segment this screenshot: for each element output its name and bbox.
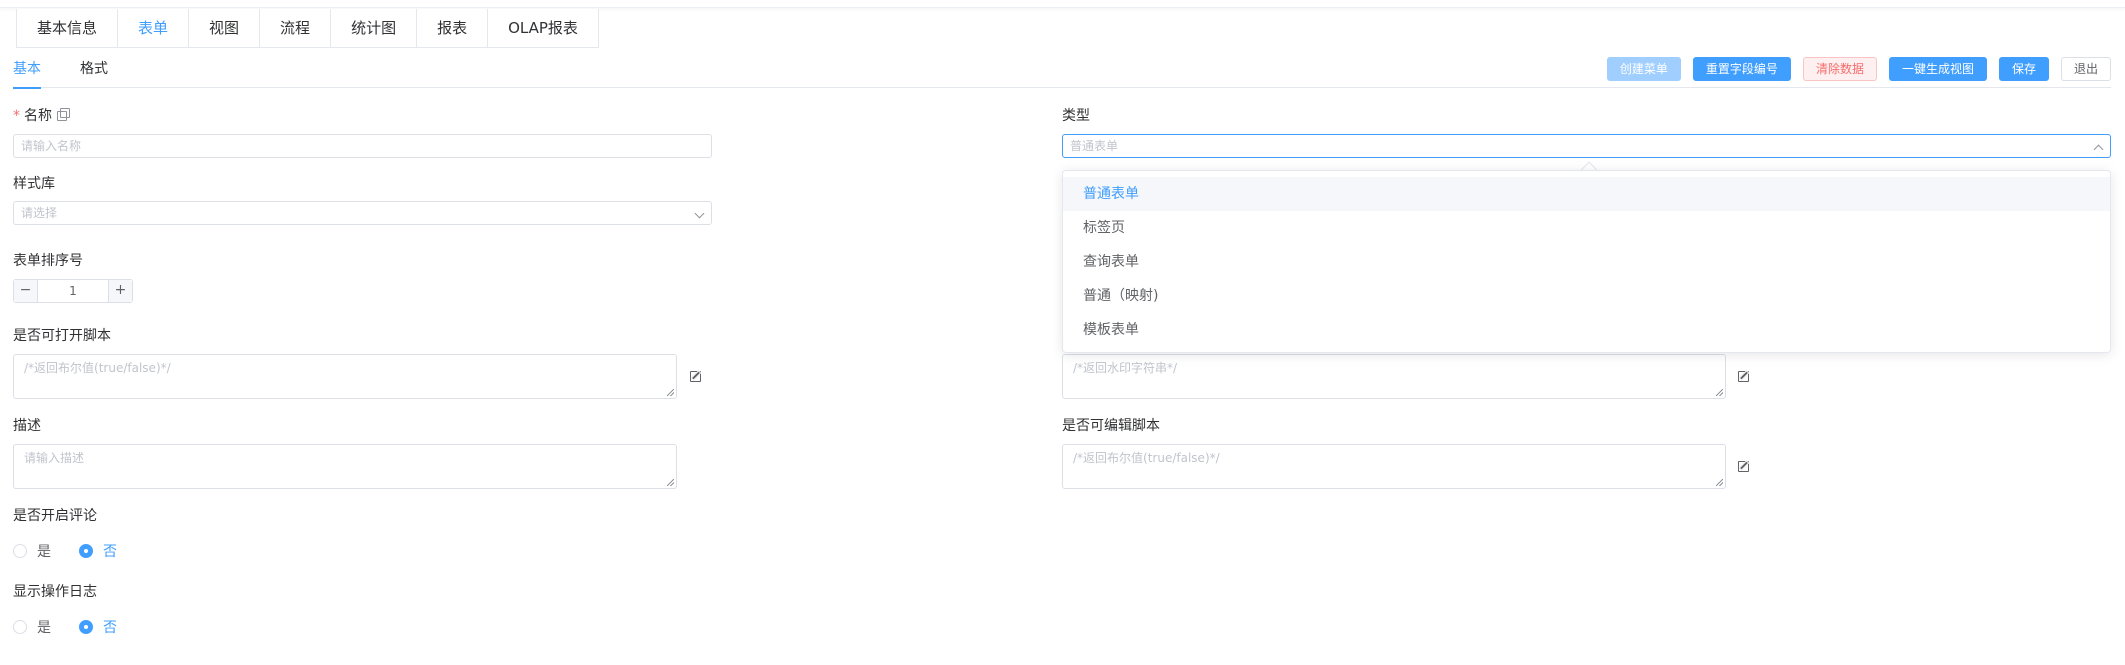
tab-flow[interactable]: 流程: [260, 9, 332, 47]
style-lib-select[interactable]: 请选择: [13, 201, 712, 225]
style-lib-placeholder: 请选择: [21, 206, 58, 220]
comments-label: 是否开启评论: [13, 508, 97, 524]
comments-yes-label: 是: [37, 544, 51, 560]
exit-button[interactable]: 退出: [2060, 57, 2111, 81]
required-mark: *: [13, 108, 20, 124]
clear-data-button[interactable]: 清除数据: [1802, 57, 1877, 81]
tab-report[interactable]: 报表: [417, 9, 489, 47]
edit-script-textarea[interactable]: /*返回布尔值(true/false)*/: [1062, 444, 1726, 489]
type-dropdown: 普通表单 标签页 查询表单 普通（映射) 模板表单: [1062, 170, 2111, 353]
increment-button[interactable]: +: [108, 280, 132, 302]
copy-icon[interactable]: [57, 108, 70, 121]
type-select[interactable]: 普通表单: [1062, 134, 2111, 158]
comments-yes-radio[interactable]: 是: [13, 541, 51, 561]
open-script-placeholder: /*返回布尔值(true/false)*/: [24, 361, 171, 375]
sort-no-label: 表单排序号: [13, 253, 83, 269]
edit-icon[interactable]: [1738, 371, 1749, 382]
watermark-script-placeholder: /*返回水印字符串*/: [1073, 361, 1178, 375]
radio-dot: [13, 620, 27, 634]
type-option-template-form[interactable]: 模板表单: [1063, 313, 2110, 347]
resize-grip[interactable]: [1716, 479, 1723, 486]
name-label-text: 名称: [24, 108, 52, 124]
main-tabs: 基本信息 表单 视图 流程 统计图 报表 OLAP报表: [16, 9, 599, 48]
resize-grip[interactable]: [1716, 389, 1723, 396]
comments-no-label: 否: [103, 544, 117, 560]
generate-view-button[interactable]: 一键生成视图: [1888, 57, 1987, 81]
active-tab-indicator: [13, 87, 41, 89]
comments-no-radio[interactable]: 否: [79, 541, 117, 561]
open-script-label: 是否可打开脚本: [13, 328, 111, 344]
tab-chart[interactable]: 统计图: [331, 9, 418, 47]
subtab-basic[interactable]: 基本: [13, 59, 41, 89]
subtab-basic-label: 基本: [13, 61, 41, 77]
oplog-yes-radio[interactable]: 是: [13, 617, 51, 637]
radio-dot: [79, 620, 93, 634]
edit-icon[interactable]: [1738, 461, 1749, 472]
type-option-normal-mapped[interactable]: 普通（映射): [1063, 279, 2110, 313]
open-script-textarea[interactable]: /*返回布尔值(true/false)*/: [13, 354, 677, 399]
create-menu-button[interactable]: 创建菜单: [1606, 57, 1681, 81]
tab-basic-info[interactable]: 基本信息: [17, 9, 119, 47]
reset-field-number-button[interactable]: 重置字段编号: [1692, 57, 1791, 81]
save-button[interactable]: 保存: [1998, 57, 2049, 81]
type-option-tab-page[interactable]: 标签页: [1063, 211, 2110, 245]
type-option-query-form[interactable]: 查询表单: [1063, 245, 2110, 279]
tab-view[interactable]: 视图: [189, 9, 261, 47]
type-select-value: 普通表单: [1070, 139, 1119, 153]
resize-grip[interactable]: [667, 389, 674, 396]
tab-olap-report[interactable]: OLAP报表: [488, 9, 598, 47]
chevron-down-icon: [694, 208, 705, 219]
style-lib-label: 样式库: [13, 176, 55, 192]
decrement-button[interactable]: −: [14, 280, 38, 302]
resize-grip[interactable]: [667, 479, 674, 486]
radio-dot: [79, 544, 93, 558]
edit-icon[interactable]: [690, 371, 701, 382]
subtab-format[interactable]: 格式: [80, 59, 108, 88]
name-input[interactable]: 请输入名称: [13, 134, 712, 158]
chevron-up-icon: [2093, 144, 2104, 155]
sort-no-value[interactable]: 1: [38, 280, 108, 302]
oplog-label: 显示操作日志: [13, 584, 97, 600]
oplog-no-radio[interactable]: 否: [79, 617, 117, 637]
description-textarea[interactable]: 请输入描述: [13, 444, 677, 489]
oplog-no-label: 否: [103, 620, 117, 636]
sort-no-stepper: − 1 +: [13, 279, 133, 303]
name-label: * 名称: [13, 105, 70, 125]
type-option-normal-form[interactable]: 普通表单: [1063, 177, 2110, 211]
name-input-placeholder: 请输入名称: [21, 139, 82, 153]
edit-script-placeholder: /*返回布尔值(true/false)*/: [1073, 451, 1220, 465]
description-placeholder: 请输入描述: [24, 451, 85, 465]
description-label: 描述: [13, 418, 41, 434]
toolbar: 创建菜单 重置字段编号 清除数据 一键生成视图 保存 退出: [1606, 57, 2111, 81]
watermark-script-textarea[interactable]: /*返回水印字符串*/: [1062, 354, 1726, 399]
type-label: 类型: [1062, 108, 1090, 124]
oplog-yes-label: 是: [37, 620, 51, 636]
edit-script-label: 是否可编辑脚本: [1062, 418, 1160, 434]
tab-form[interactable]: 表单: [118, 9, 190, 47]
radio-dot: [13, 544, 27, 558]
top-divider: [0, 0, 2125, 8]
